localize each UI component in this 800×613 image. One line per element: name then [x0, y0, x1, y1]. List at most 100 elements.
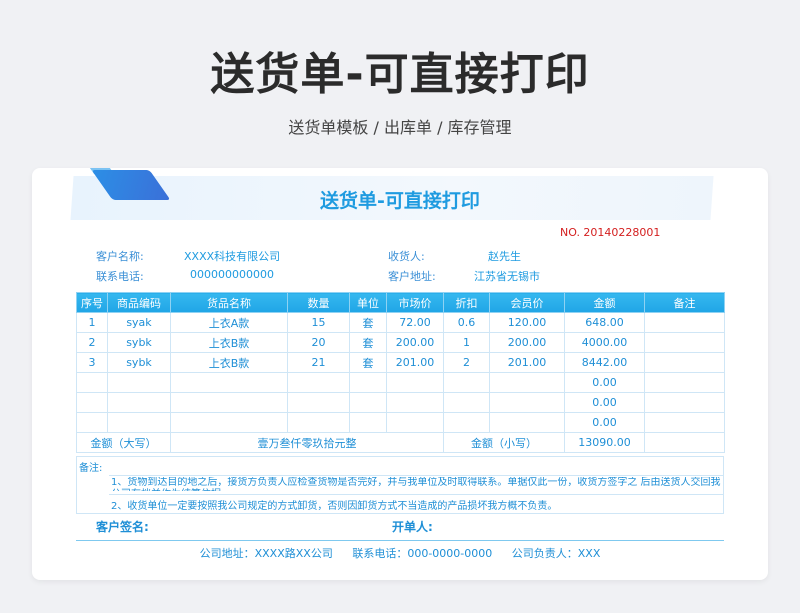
cell-name: 上衣A款	[170, 312, 288, 333]
cell-member-price	[489, 392, 565, 413]
notes-divider	[109, 475, 723, 476]
cell-market-price: 201.00	[386, 352, 444, 373]
receiver-label: 收货人:	[388, 250, 425, 263]
cell-name	[170, 372, 288, 393]
table-row: 0.00	[76, 372, 725, 393]
cell-market-price: 200.00	[386, 332, 444, 353]
notes-label: 备注:	[79, 463, 103, 474]
cell-discount	[443, 392, 490, 413]
customer-signature-label: 客户签名:	[96, 520, 149, 534]
cell-amount: 0.00	[564, 392, 645, 413]
cell-code	[107, 372, 171, 393]
cell-qty: 20	[287, 332, 350, 353]
cell-index: 2	[76, 332, 108, 353]
footer-address: 公司地址：XXXX路XX公司	[199, 547, 333, 560]
cell-amount: 0.00	[564, 412, 645, 433]
col-header-index: 序号	[76, 292, 108, 313]
notes-divider	[109, 494, 723, 495]
cell-index	[76, 412, 108, 433]
phone-value-box: 000000000000	[190, 268, 274, 281]
receiver-row: 收货人:	[388, 248, 425, 264]
cell-member-price: 120.00	[489, 312, 565, 333]
cell-unit: 套	[349, 352, 387, 373]
issuer-label: 开单人:	[392, 520, 433, 534]
cell-name	[170, 392, 288, 413]
total-upper-label: 金额（大写）	[76, 432, 171, 453]
table-row: 2 sybk 上衣B款 20 套 200.00 1 200.00 4000.00	[76, 332, 725, 353]
cell-member-price	[489, 372, 565, 393]
table-row: 3 sybk 上衣B款 21 套 201.00 2 201.00 8442.00	[76, 352, 725, 373]
notes-line-1: 1、货物到达目的地之后，接货方负责人应检查货物是否完好，并与我单位及时取得联系。…	[111, 477, 721, 491]
cell-discount	[443, 412, 490, 433]
table-row: 0.00	[76, 412, 725, 433]
phone-label: 联系电话:	[96, 270, 144, 283]
col-header-code: 商品编码	[107, 292, 171, 313]
cell-discount: 1	[443, 332, 490, 353]
cell-member-price: 200.00	[489, 332, 565, 353]
cell-qty	[287, 392, 350, 413]
phone-row: 联系电话:	[96, 268, 144, 284]
cell-qty	[287, 412, 350, 433]
address-value-box: 江苏省无锡市	[474, 268, 540, 284]
cell-amount: 8442.00	[564, 352, 645, 373]
cell-discount	[443, 372, 490, 393]
cell-index: 1	[76, 312, 108, 333]
goods-table: 序号 商品编码 货品名称 数量 单位 市场价 折扣 会员价 金额 备注 1 sy…	[76, 292, 725, 453]
cell-index	[76, 372, 108, 393]
col-header-remark: 备注	[644, 292, 725, 313]
cell-name: 上衣B款	[170, 352, 288, 373]
cell-unit: 套	[349, 312, 387, 333]
col-header-member-price: 会员价	[489, 292, 565, 313]
footer-divider	[76, 540, 724, 541]
cell-unit	[349, 372, 387, 393]
cell-discount: 2	[443, 352, 490, 373]
footer-phone: 联系电话：000-0000-0000	[352, 547, 493, 560]
total-row: 金额（大写） 壹万叁仟零玖拾元整 金额（小写） 13090.00	[76, 432, 725, 453]
receiver-value-box: 赵先生	[488, 248, 521, 264]
col-header-qty: 数量	[287, 292, 350, 313]
cell-member-price	[489, 412, 565, 433]
cell-index	[76, 392, 108, 413]
cell-qty: 15	[287, 312, 350, 333]
cell-amount: 0.00	[564, 372, 645, 393]
phone-value: 000000000000	[190, 268, 274, 281]
hero-title: 送货单-可直接打印	[210, 49, 590, 100]
cell-remark	[644, 312, 725, 333]
customer-name-label: 客户名称:	[96, 250, 144, 263]
address-label: 客户地址:	[388, 270, 436, 283]
cell-market-price	[386, 372, 444, 393]
cell-remark	[644, 412, 725, 433]
col-header-unit: 单位	[349, 292, 387, 313]
cell-unit: 套	[349, 332, 387, 353]
receiver-value: 赵先生	[488, 250, 521, 263]
footer-manager: 公司负责人：XXX	[511, 547, 601, 560]
cell-amount: 4000.00	[564, 332, 645, 353]
cell-code	[107, 412, 171, 433]
document-number: NO. 20140228001	[560, 226, 661, 239]
cell-market-price	[386, 412, 444, 433]
cell-code: sybk	[107, 332, 171, 353]
cell-amount: 648.00	[564, 312, 645, 333]
cell-unit	[349, 392, 387, 413]
cell-code: sybk	[107, 352, 171, 373]
total-lower-label: 金额（小写）	[443, 432, 565, 453]
col-header-name: 货品名称	[170, 292, 288, 313]
cell-index: 3	[76, 352, 108, 373]
total-upper-value: 壹万叁仟零玖拾元整	[170, 432, 444, 453]
cell-code	[107, 392, 171, 413]
cell-member-price: 201.00	[489, 352, 565, 373]
document-title: 送货单-可直接打印	[320, 190, 480, 212]
cell-remark	[644, 392, 725, 413]
address-value: 江苏省无锡市	[474, 270, 540, 283]
cell-code: syak	[107, 312, 171, 333]
footer: 公司地址：XXXX路XX公司 联系电话：000-0000-0000 公司负责人：…	[32, 545, 768, 561]
cell-unit	[349, 412, 387, 433]
cell-market-price: 72.00	[386, 312, 444, 333]
col-header-market-price: 市场价	[386, 292, 444, 313]
notes-line-2: 2、收货单位一定要按照我公司规定的方式卸货，否则因卸货方式不当造成的产品损坏我方…	[111, 501, 558, 512]
hero-subtitle: 送货单模板 / 出库单 / 库存管理	[288, 118, 512, 137]
total-remark	[644, 432, 725, 453]
customer-name-value: XXXX科技有限公司	[184, 250, 281, 263]
table-row: 0.00	[76, 392, 725, 413]
cell-market-price	[386, 392, 444, 413]
